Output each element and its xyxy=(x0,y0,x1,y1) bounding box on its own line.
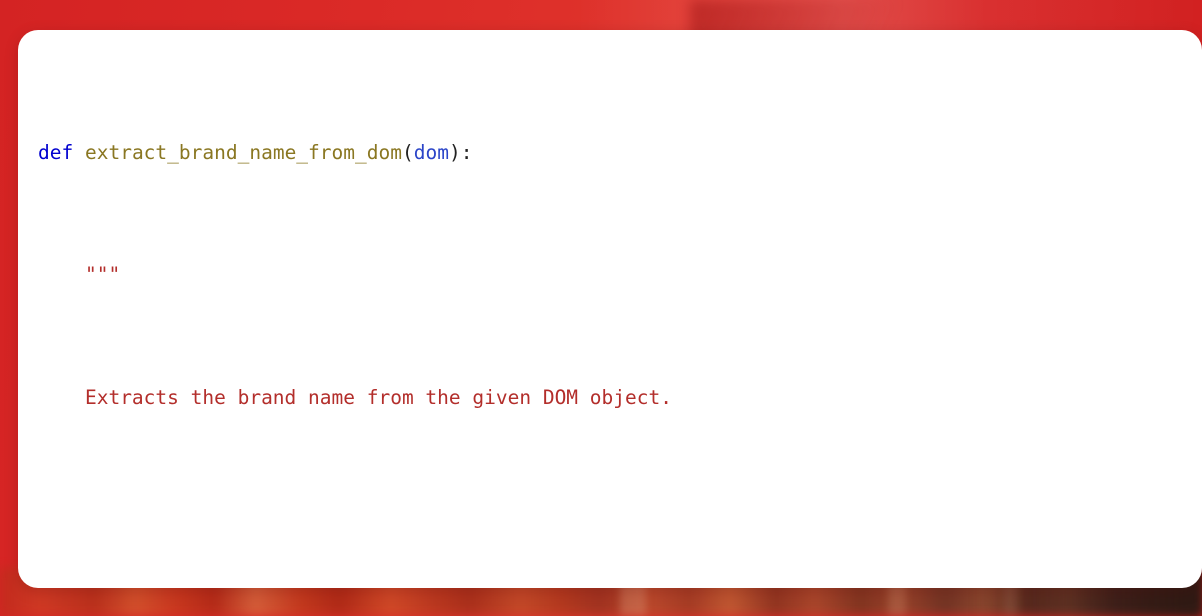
paren-open: ( xyxy=(401,140,414,164)
code-block: def extract_brand_name_from_dom(dom): ""… xyxy=(38,46,1142,588)
code-line-4-blank xyxy=(38,505,1142,536)
code-line-1: def extract_brand_name_from_dom(dom): xyxy=(38,138,1142,169)
keyword-def: def xyxy=(38,140,74,164)
docstring-summary: Extracts the brand name from the given D… xyxy=(84,385,672,409)
function-name: extract_brand_name_from_dom xyxy=(84,140,402,164)
code-card: def extract_brand_name_from_dom(dom): ""… xyxy=(18,30,1202,588)
code-line-3: Extracts the brand name from the given D… xyxy=(38,383,1142,414)
paren-close-colon: ): xyxy=(448,140,473,164)
parameter-dom: dom xyxy=(413,140,449,164)
code-line-2: """ xyxy=(38,260,1142,291)
slide-screen: def extract_brand_name_from_dom(dom): ""… xyxy=(0,0,1202,616)
blank xyxy=(38,508,50,531)
docstring-open: """ xyxy=(84,263,121,287)
